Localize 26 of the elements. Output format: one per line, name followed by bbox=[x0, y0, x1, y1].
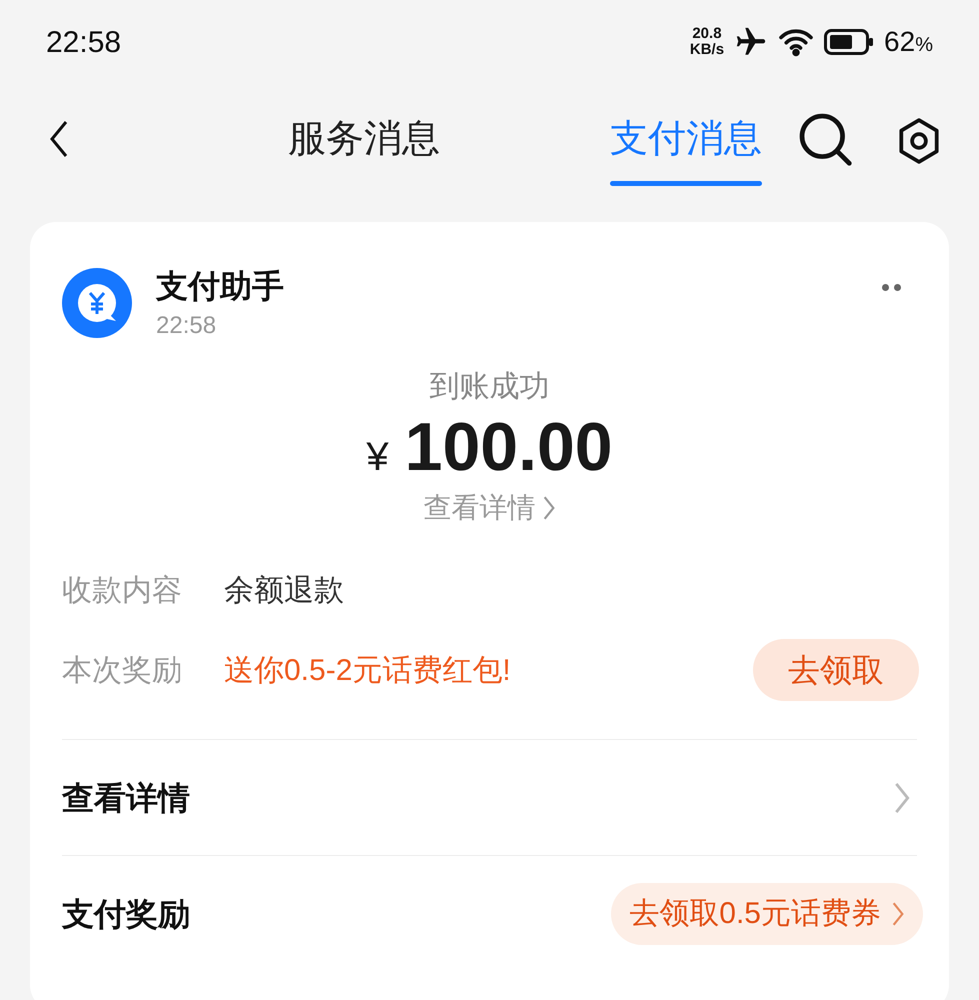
payment-status: 到账成功 bbox=[430, 369, 550, 405]
tab[interactable]: 服务消息 bbox=[244, 84, 484, 194]
chevron-icon bbox=[893, 780, 911, 814]
details-link[interactable]: 查看详情 bbox=[424, 487, 556, 529]
message-time: 22:58 bbox=[156, 311, 218, 341]
battery-percentage: 62% bbox=[884, 25, 933, 59]
search-icon[interactable] bbox=[798, 112, 852, 166]
field-label: 本次奖励 bbox=[62, 652, 183, 688]
coupon-button[interactable]: 去领取0.5元话费券 bbox=[611, 882, 923, 944]
status-time: 22:58 bbox=[46, 24, 122, 60]
reward-text: 送你0.5-2元话费红包! bbox=[224, 652, 511, 688]
claim-button[interactable]: 去领取 bbox=[753, 639, 919, 701]
back-icon bbox=[49, 119, 69, 159]
battery-icon bbox=[824, 29, 874, 55]
sender-name: 支付助手 bbox=[156, 267, 284, 306]
amount: ¥ 100.00 bbox=[366, 408, 613, 487]
field-value: 余额退款 bbox=[224, 572, 344, 608]
field-label: 收款内容 bbox=[62, 572, 183, 608]
chevron-icon bbox=[542, 495, 556, 521]
wifi-icon bbox=[778, 27, 814, 57]
network-speed: 20.8 KB/s bbox=[690, 26, 724, 58]
row-label: 查看详情 bbox=[62, 778, 190, 818]
tab[interactable]: 支付消息 bbox=[566, 84, 806, 194]
chevron-icon bbox=[891, 900, 905, 926]
yuan-icon bbox=[62, 268, 132, 338]
row-label: 支付奖励 bbox=[62, 894, 190, 934]
